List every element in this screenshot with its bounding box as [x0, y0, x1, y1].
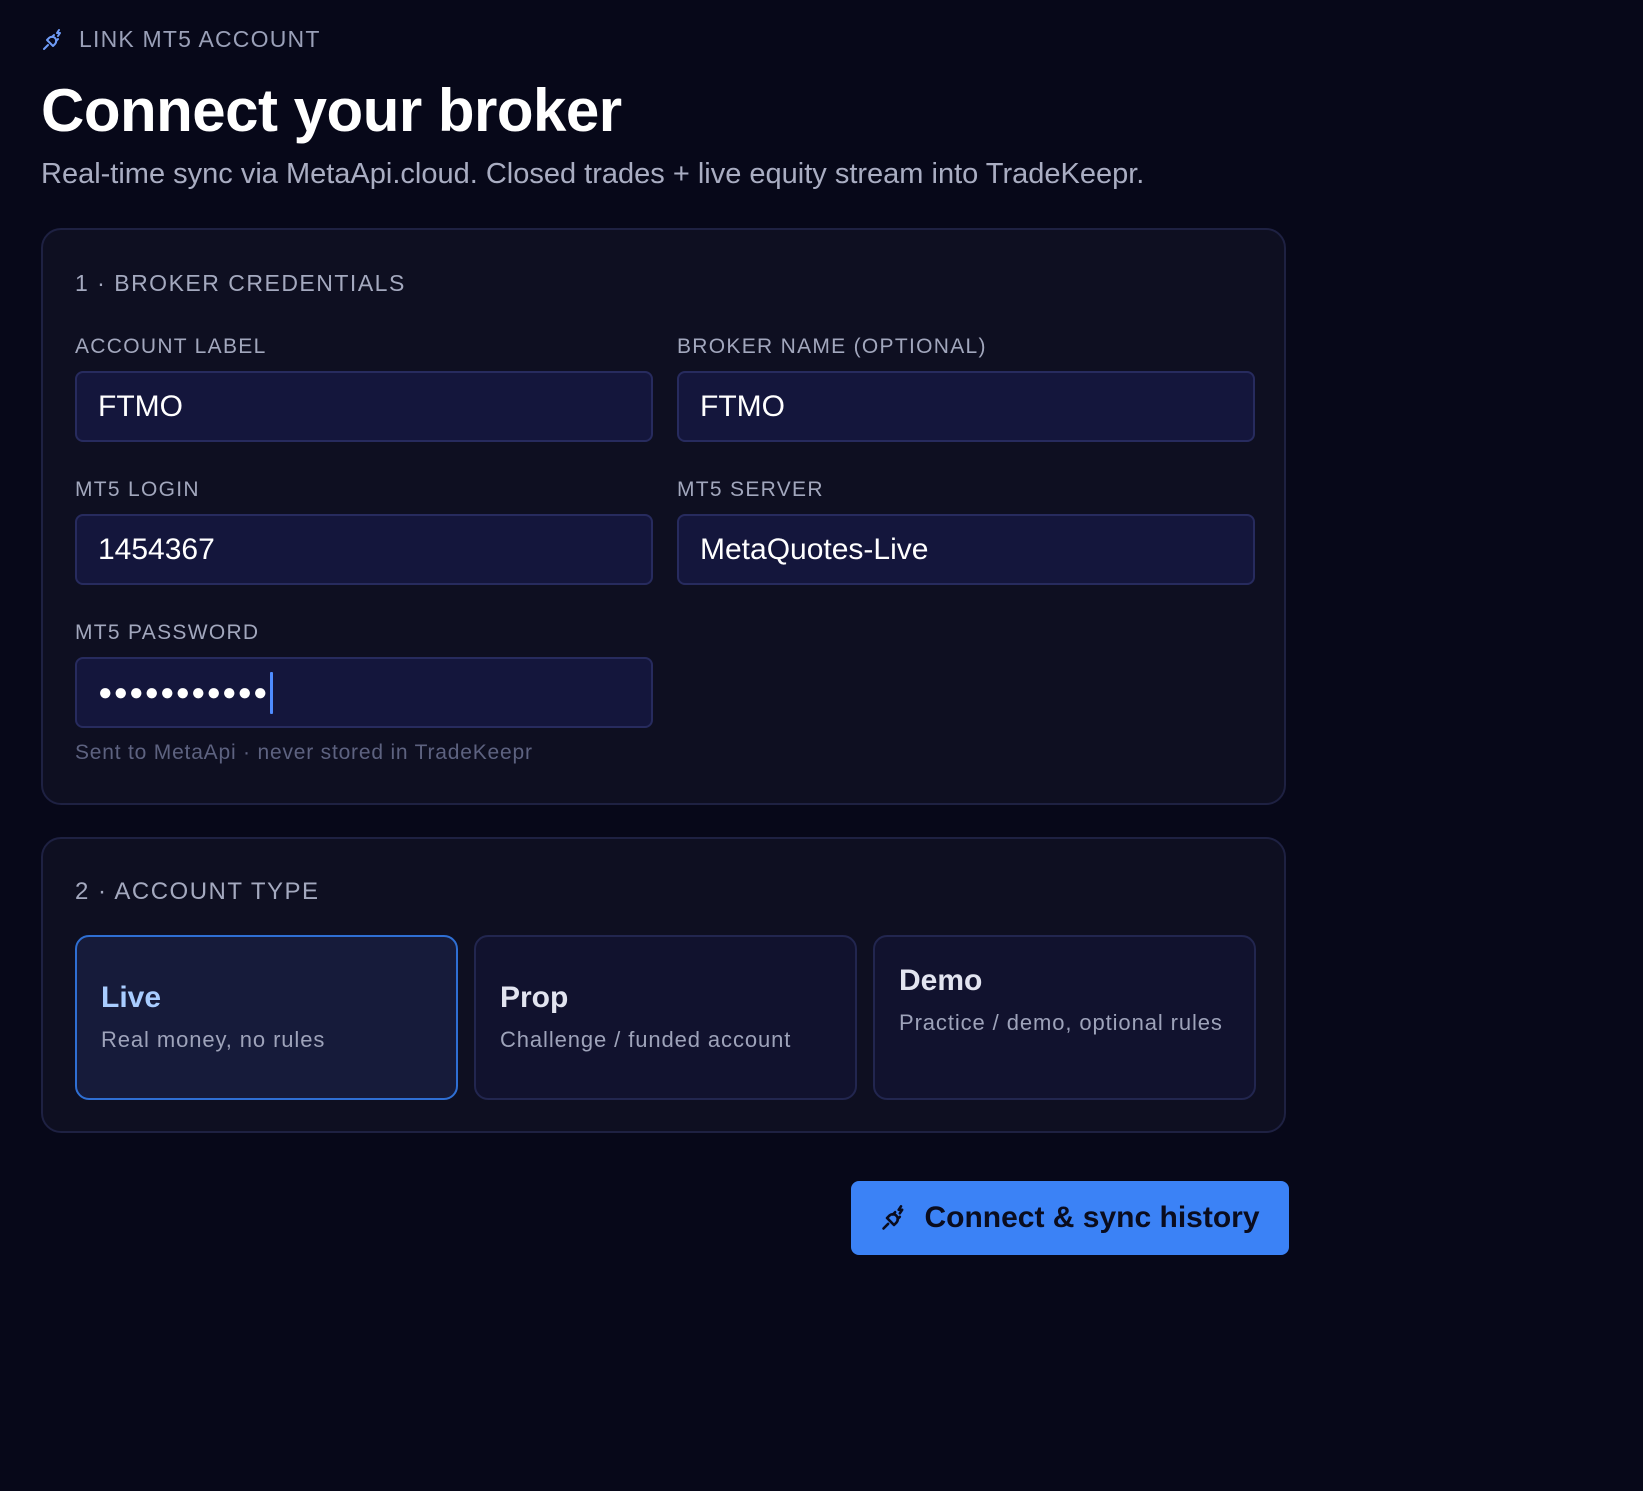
mt5-password-label: MT5 PASSWORD [75, 621, 260, 644]
option-name: Prop [500, 981, 569, 1014]
connect-sync-label: Connect & sync history [924, 1201, 1260, 1234]
connect-sync-button[interactable]: Connect & sync history [851, 1181, 1289, 1255]
account-type-option-demo[interactable]: Demo Practice / demo, optional rules [873, 935, 1256, 1100]
eyebrow-text: LINK MT5 ACCOUNT [79, 26, 321, 52]
mt5-password-value: ●●●●●●●●●●● [98, 678, 269, 706]
account-label-label: ACCOUNT LABEL [75, 335, 267, 358]
mt5-login-input[interactable]: 1454367 [75, 514, 653, 585]
broker-name-input[interactable]: FTMO [677, 371, 1255, 442]
mt5-login-value: 1454367 [98, 532, 215, 566]
account-type-option-live[interactable]: Live Real money, no rules [75, 935, 458, 1100]
mt5-login-label: MT5 LOGIN [75, 478, 200, 501]
mt5-password-input[interactable]: ●●●●●●●●●●● [75, 657, 653, 728]
text-caret [270, 671, 274, 714]
mt5-server-value: MetaQuotes-Live [700, 532, 929, 566]
broker-credentials-card: 1 · BROKER CREDENTIALS ACCOUNT LABEL FTM… [41, 228, 1286, 805]
account-type-section-label: 2 · ACCOUNT TYPE [75, 878, 320, 905]
option-name: Live [101, 981, 162, 1014]
broker-name-label: BROKER NAME (OPTIONAL) [677, 335, 987, 358]
option-description: Challenge / funded account [500, 1027, 792, 1052]
password-hint: Sent to MetaApi · never stored in TradeK… [75, 741, 533, 764]
account-label-input[interactable]: FTMO [75, 371, 653, 442]
account-label-value: FTMO [98, 389, 183, 423]
account-type-option-prop[interactable]: Prop Challenge / funded account [474, 935, 857, 1100]
mt5-server-label: MT5 SERVER [677, 478, 824, 501]
plug-icon [41, 28, 65, 52]
page-subtitle: Real-time sync via MetaApi.cloud. Closed… [41, 158, 1145, 190]
option-description: Practice / demo, optional rules [899, 1010, 1223, 1035]
credentials-section-label: 1 · BROKER CREDENTIALS [75, 270, 406, 296]
link-account-page: LINK MT5 ACCOUNT Connect your broker Rea… [0, 0, 1643, 1491]
option-name: Demo [899, 964, 983, 997]
mt5-server-input[interactable]: MetaQuotes-Live [677, 514, 1255, 585]
page-eyebrow: LINK MT5 ACCOUNT [41, 26, 321, 53]
plug-icon [880, 1204, 908, 1232]
broker-name-value: FTMO [700, 389, 785, 423]
option-description: Real money, no rules [101, 1027, 326, 1052]
account-type-card: 2 · ACCOUNT TYPE Live Real money, no rul… [41, 837, 1286, 1133]
page-title: Connect your broker [41, 77, 622, 144]
